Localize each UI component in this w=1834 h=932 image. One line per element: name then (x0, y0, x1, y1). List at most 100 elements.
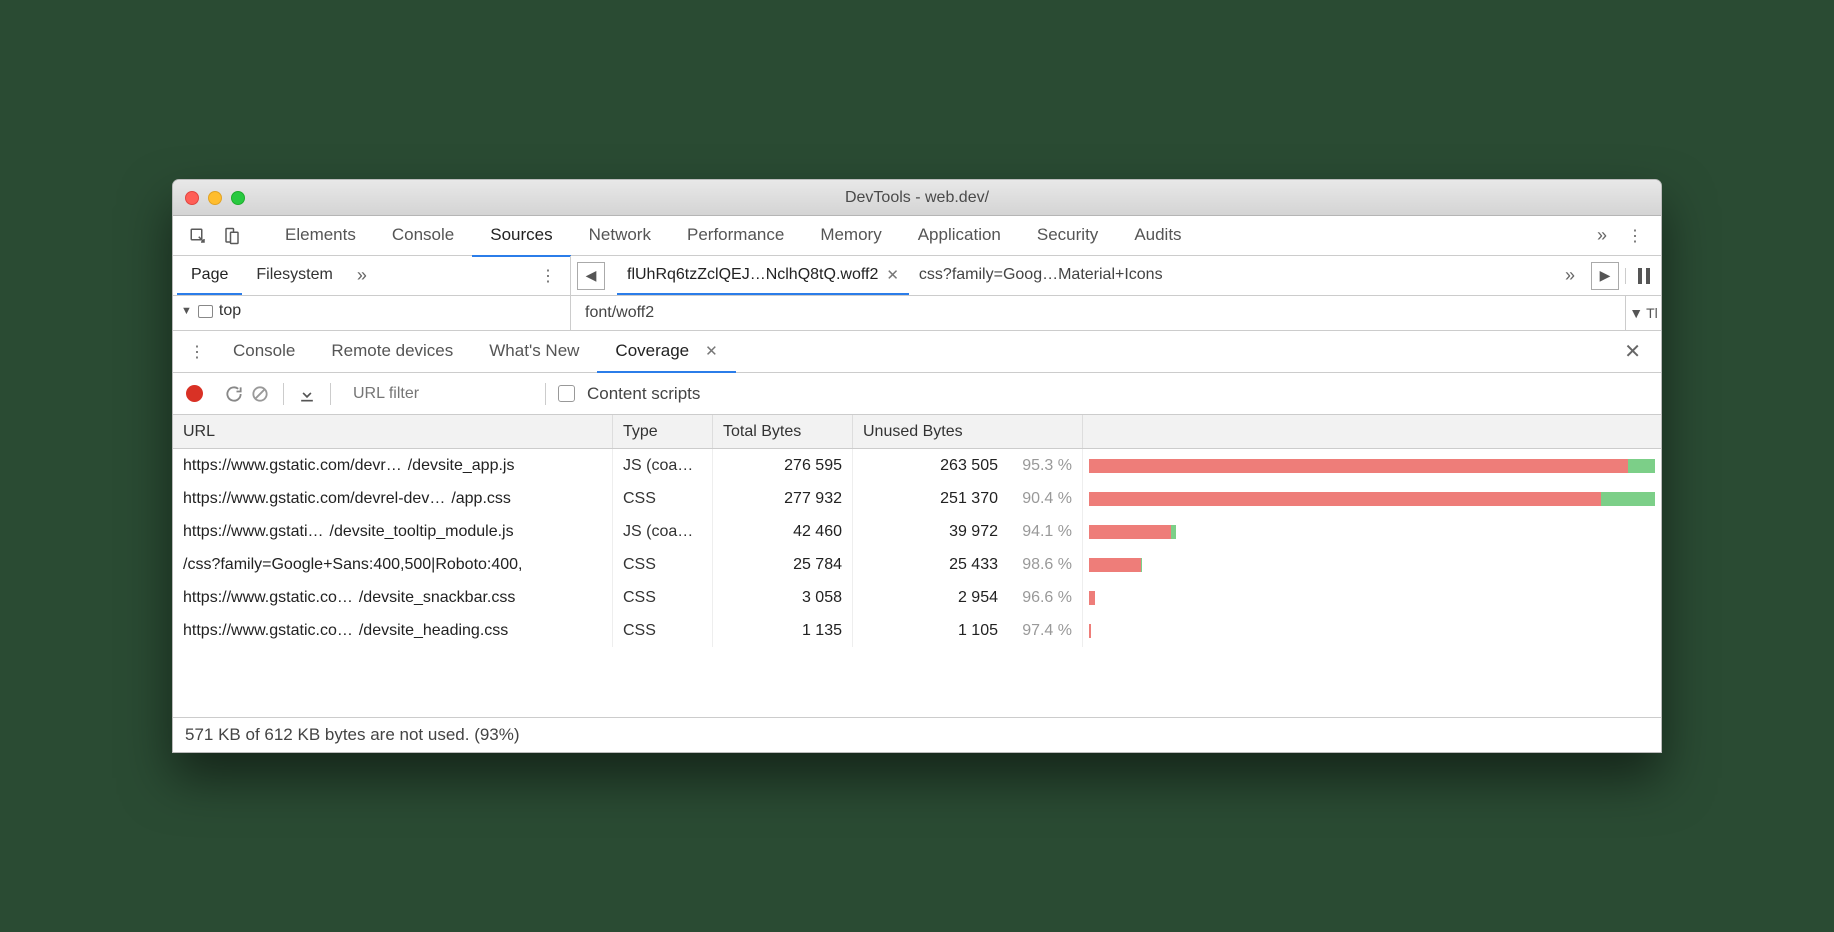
drawer-menu-button[interactable]: ⋮ (179, 342, 215, 362)
sources-content-row: ▼ top font/woff2 ▼ Tl (173, 296, 1661, 331)
settings-menu-button[interactable]: ⋮ (1617, 226, 1653, 246)
col-viz-header (1083, 415, 1661, 448)
close-drawer-tab-icon[interactable]: ✕ (705, 342, 718, 360)
tab-elements[interactable]: Elements (267, 215, 374, 257)
url-filter-input[interactable] (343, 381, 533, 407)
window-close-button[interactable] (185, 191, 199, 205)
export-button[interactable] (296, 383, 318, 405)
sources-sidebar-tabs: PageFilesystem » ⋮ (173, 256, 571, 295)
cell-url: /css?family=Google+Sans:400,500|Roboto:4… (173, 548, 613, 581)
open-files-tabs: ◀ flUhRq6tzZclQEJ…NclhQ8tQ.woff2✕css?fam… (571, 256, 1661, 295)
tab-network[interactable]: Network (571, 215, 669, 257)
coverage-row[interactable]: https://www.gstati… /devsite_tooltip_mod… (173, 515, 1661, 548)
tab-security[interactable]: Security (1019, 215, 1116, 257)
coverage-row[interactable]: https://www.gstatic.com/devrel-dev… /app… (173, 482, 1661, 515)
cell-type: CSS (613, 482, 713, 515)
cell-total: 277 932 (713, 482, 853, 515)
coverage-row[interactable]: /css?family=Google+Sans:400,500|Roboto:4… (173, 548, 1661, 581)
coverage-table-header: URL Type Total Bytes Unused Bytes (173, 415, 1661, 449)
clear-button[interactable] (249, 383, 271, 405)
device-toolbar-icon[interactable] (215, 219, 249, 253)
sidebar-tab-filesystem[interactable]: Filesystem (242, 257, 346, 295)
drawer-tab-remote-devices[interactable]: Remote devices (313, 331, 471, 373)
cell-total: 276 595 (713, 449, 853, 482)
coverage-row[interactable]: https://www.gstatic.com/devr… /devsite_a… (173, 449, 1661, 482)
cell-usage-bar (1083, 515, 1661, 548)
cell-type: CSS (613, 614, 713, 647)
cell-unused: 2 95496.6 % (853, 581, 1083, 614)
tab-application[interactable]: Application (900, 215, 1019, 257)
cell-unused: 263 50595.3 % (853, 449, 1083, 482)
tab-memory[interactable]: Memory (802, 215, 899, 257)
cell-usage-bar (1083, 614, 1661, 647)
coverage-row[interactable]: https://www.gstatic.co… /devsite_snackba… (173, 581, 1661, 614)
content-scripts-label: Content scripts (587, 384, 700, 404)
file-tab[interactable]: css?family=Goog…Material+Icons (909, 257, 1173, 295)
prev-file-button[interactable]: ◀ (577, 262, 605, 290)
cell-type: CSS (613, 548, 713, 581)
cell-total: 1 135 (713, 614, 853, 647)
more-files-button[interactable]: » (1555, 265, 1585, 286)
file-tab[interactable]: flUhRq6tzZclQEJ…NclhQ8tQ.woff2✕ (617, 257, 909, 295)
col-total-header[interactable]: Total Bytes (713, 415, 853, 448)
window-controls (185, 191, 245, 205)
cell-url: https://www.gstatic.co… /devsite_heading… (173, 614, 613, 647)
coverage-row[interactable]: https://www.gstatic.co… /devsite_heading… (173, 614, 1661, 647)
cell-type: CSS (613, 581, 713, 614)
cell-total: 42 460 (713, 515, 853, 548)
disclosure-triangle-icon[interactable]: ▼ (181, 305, 192, 317)
cell-unused: 1 10597.4 % (853, 614, 1083, 647)
content-scripts-checkbox[interactable] (558, 385, 575, 402)
window-title: DevTools - web.dev/ (173, 189, 1661, 207)
cell-usage-bar (1083, 581, 1661, 614)
more-sidebar-tabs-button[interactable]: » (347, 265, 377, 286)
cell-total: 3 058 (713, 581, 853, 614)
tree-top-label: top (219, 302, 241, 320)
main-tab-strip: ElementsConsoleSourcesNetworkPerformance… (173, 216, 1661, 256)
coverage-table-body: https://www.gstatic.com/devr… /devsite_a… (173, 449, 1661, 647)
window-zoom-button[interactable] (231, 191, 245, 205)
reload-button[interactable] (223, 383, 245, 405)
cell-unused: 25 43398.6 % (853, 548, 1083, 581)
tab-performance[interactable]: Performance (669, 215, 802, 257)
content-type-label: font/woff2 (571, 296, 1625, 330)
cell-unused: 251 37090.4 % (853, 482, 1083, 515)
more-tabs-button[interactable]: » (1587, 225, 1617, 246)
cell-type: JS (coa… (613, 449, 713, 482)
cell-url: https://www.gstatic.co… /devsite_snackba… (173, 581, 613, 614)
next-file-button[interactable]: ▶ (1591, 262, 1619, 290)
drawer-tab-coverage[interactable]: Coverage✕ (597, 331, 735, 373)
devtools-window: DevTools - web.dev/ ElementsConsoleSourc… (172, 179, 1662, 753)
sidebar-tab-page[interactable]: Page (177, 257, 242, 295)
coverage-summary: 571 KB of 612 KB bytes are not used. (93… (173, 717, 1661, 752)
drawer-close-button[interactable]: ✕ (1610, 339, 1655, 364)
col-type-header[interactable]: Type (613, 415, 713, 448)
tab-sources[interactable]: Sources (472, 215, 570, 257)
tab-console[interactable]: Console (374, 215, 472, 257)
col-url-header[interactable]: URL (173, 415, 613, 448)
close-file-icon[interactable]: ✕ (886, 266, 899, 284)
tab-audits[interactable]: Audits (1116, 215, 1199, 257)
pause-script-button[interactable] (1625, 268, 1661, 284)
sources-subheader: PageFilesystem » ⋮ ◀ flUhRq6tzZclQEJ…Ncl… (173, 256, 1661, 296)
cell-url: https://www.gstatic.com/devr… /devsite_a… (173, 449, 613, 482)
cell-url: https://www.gstatic.com/devrel-dev… /app… (173, 482, 613, 515)
titlebar: DevTools - web.dev/ (173, 180, 1661, 216)
col-unused-header[interactable]: Unused Bytes (853, 415, 1083, 448)
drawer-tab-console[interactable]: Console (215, 331, 313, 373)
page-tree[interactable]: ▼ top (173, 296, 571, 330)
inspect-element-icon[interactable] (181, 219, 215, 253)
drawer-tab-what-s-new[interactable]: What's New (471, 331, 597, 373)
record-button[interactable] (183, 383, 205, 405)
cell-usage-bar (1083, 482, 1661, 515)
cell-total: 25 784 (713, 548, 853, 581)
threads-toggle[interactable]: ▼ Tl (1625, 296, 1661, 330)
frame-icon (198, 305, 213, 318)
sidebar-menu-button[interactable]: ⋮ (530, 266, 566, 286)
cell-url: https://www.gstati… /devsite_tooltip_mod… (173, 515, 613, 548)
coverage-toolbar: Content scripts (173, 373, 1661, 415)
cell-usage-bar (1083, 548, 1661, 581)
cell-type: JS (coa… (613, 515, 713, 548)
cell-unused: 39 97294.1 % (853, 515, 1083, 548)
window-minimize-button[interactable] (208, 191, 222, 205)
